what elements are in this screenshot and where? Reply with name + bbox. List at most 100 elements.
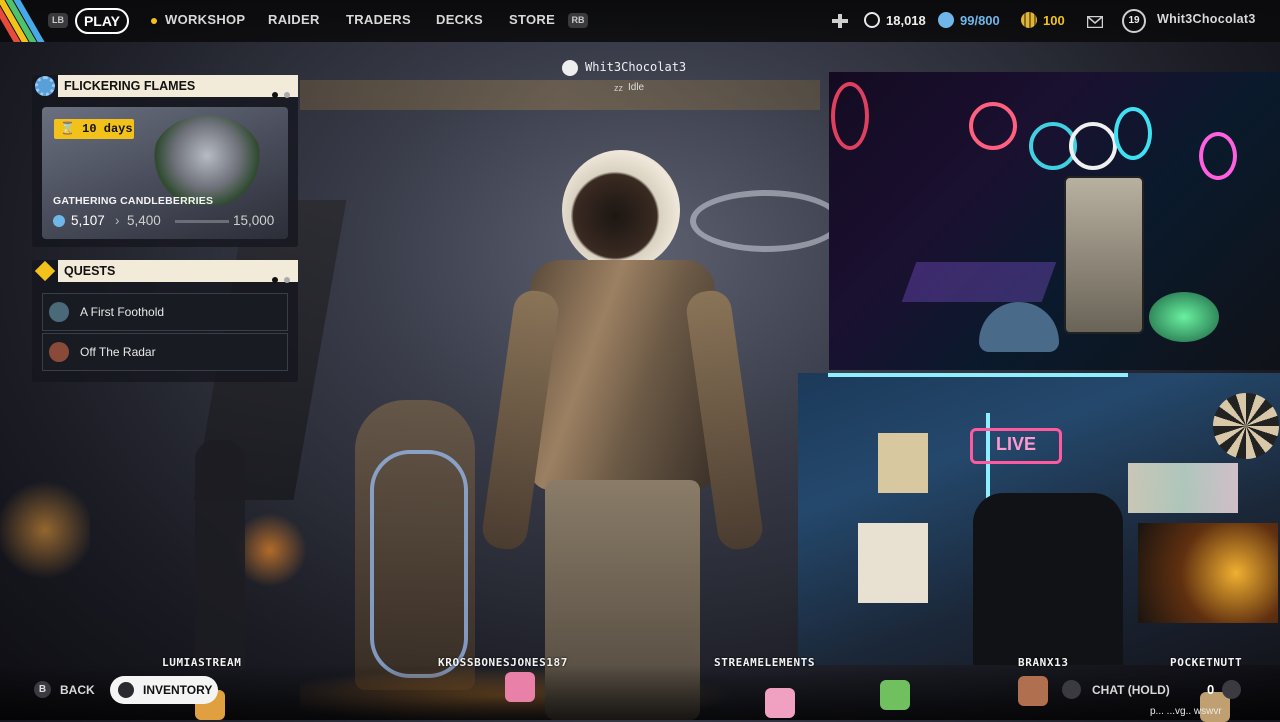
event-header[interactable]: FLICKERING FLAMES	[58, 75, 298, 98]
event-progress-row: 5,107 › 5,400 15,000	[53, 213, 283, 231]
viewer-name: KROSSBONESJONES187	[438, 656, 569, 669]
mail-icon[interactable]	[1086, 15, 1104, 33]
options-button-icon	[1222, 680, 1241, 699]
bg-figure	[195, 440, 245, 670]
event-gear-icon	[35, 76, 55, 96]
coins-stat: 18,018	[864, 12, 926, 28]
viewer-name: LUMIASTREAM	[162, 656, 242, 669]
decks-tab[interactable]: DECKS	[436, 12, 483, 27]
back-label: BACK	[60, 683, 95, 697]
menu-button-icon	[1062, 680, 1081, 699]
idle-icon: zz	[614, 83, 623, 93]
desk-pad	[901, 262, 1057, 302]
coin-icon	[864, 12, 880, 28]
pixel-avatar-sprite	[1018, 676, 1048, 706]
rgb-fan	[1199, 132, 1237, 180]
viewer-name: STREAMELEMENTS	[714, 656, 816, 669]
live-sign-text: LIVE	[995, 434, 1036, 454]
streamer-webcam: LIVE	[798, 373, 1280, 665]
quest-item-off-the-radar[interactable]: Off The Radar	[42, 333, 288, 371]
player-name: Whit3Chocolat3	[585, 60, 687, 74]
quest-avatar	[49, 342, 69, 362]
traders-tab[interactable]: TRADERS	[346, 12, 411, 27]
raider-tab[interactable]: RAIDER	[268, 12, 320, 27]
event-task-title: GATHERING CANDLEBERRIES	[53, 195, 214, 207]
chat-overlay-fragment: p... ...vg.. wswvr	[1150, 706, 1222, 717]
player-tag: Whit3Chocolat3 zz Idle	[562, 58, 702, 98]
play-tab[interactable]: PLAY	[75, 8, 129, 34]
pc-setup-webcam	[829, 72, 1280, 370]
days-remaining-badge: ⌛ 10 days	[54, 119, 134, 139]
profile-username[interactable]: Whit3Chocolat3	[1157, 12, 1256, 26]
progress-current: 5,107	[71, 213, 105, 228]
ticket-icon	[1021, 12, 1037, 28]
inventory-label: INVENTORY	[143, 683, 213, 697]
crown-icon	[562, 60, 578, 76]
quests-header[interactable]: QUESTS	[58, 260, 298, 283]
candleberry-tree-image	[152, 115, 262, 205]
coins-value: 18,018	[886, 12, 926, 28]
banner-strip	[300, 80, 820, 110]
plush-shelf	[1128, 463, 1238, 513]
lb-key-hint: LB	[48, 13, 68, 28]
chat-count: 0	[1207, 682, 1215, 697]
poster	[858, 523, 928, 603]
event-card[interactable]: ⌛ 10 days GATHERING CANDLEBERRIES 5,107 …	[42, 107, 288, 239]
storage-stat: 99/800	[938, 12, 1000, 28]
tickets-stat: 100	[1021, 12, 1065, 28]
page-dots	[266, 83, 290, 105]
quest-item-first-foothold[interactable]: A First Foothold	[42, 293, 288, 331]
astronaut-helmet	[562, 150, 680, 270]
brand-stripes	[0, 0, 46, 42]
storage-value: 99/800	[960, 12, 1000, 28]
hat-object	[979, 302, 1059, 352]
b-button-icon: B	[34, 681, 51, 698]
astronaut-character	[480, 150, 765, 720]
controller-icon[interactable]	[832, 14, 848, 28]
quests-title: QUESTS	[64, 264, 116, 278]
rgb-fan	[1069, 122, 1117, 170]
inventory-button-icon	[118, 682, 134, 698]
hourglass-icon: ⌛	[60, 122, 75, 136]
rgb-fan	[1114, 107, 1152, 160]
led-strip	[828, 373, 1128, 377]
storage-icon	[938, 12, 954, 28]
live-neon-sign: LIVE	[970, 428, 1062, 464]
chat-label: CHAT (HOLD)	[1092, 683, 1170, 697]
quest-avatar	[49, 302, 69, 322]
rgb-fan	[831, 82, 869, 150]
days-remaining: 10 days	[82, 122, 133, 136]
level-badge: 19	[1122, 9, 1146, 33]
rb-key-hint: RB	[568, 13, 588, 28]
viewer-name: POCKETNUTT	[1170, 656, 1243, 669]
astronaut-torso	[530, 260, 715, 490]
pixel-avatar-sprite	[765, 688, 795, 718]
top-nav-bar: LB PLAY WORKSHOP RAIDER TRADERS DECKS ST…	[0, 0, 1280, 42]
event-title: FLICKERING FLAMES	[64, 79, 196, 93]
tickets-value: 100	[1043, 12, 1065, 28]
quest-label: Off The Radar	[80, 345, 156, 359]
player-status: Idle	[628, 82, 645, 93]
store-tab[interactable]: STORE	[509, 12, 555, 27]
dartboard	[1213, 393, 1279, 459]
inventory-button[interactable]: INVENTORY	[110, 676, 218, 704]
workshop-tab[interactable]: WORKSHOP	[165, 12, 245, 27]
quest-label: A First Foothold	[80, 305, 165, 319]
progress-next: 5,400	[127, 213, 161, 228]
shelf-lights	[1138, 523, 1278, 623]
gaming-chair	[973, 493, 1123, 665]
progress-arrow: ›	[115, 213, 120, 228]
progress-track	[175, 220, 229, 223]
workshop-alert-dot	[151, 18, 157, 24]
neon-tube	[370, 450, 468, 678]
poster	[878, 433, 928, 493]
progress-max: 15,000	[233, 213, 275, 228]
candle-glow-left	[0, 470, 90, 590]
progress-gear-icon	[53, 215, 65, 227]
quests-page-dots	[266, 268, 290, 290]
viewer-name: BRANX13	[1018, 656, 1069, 669]
pixel-avatar-sprite	[505, 672, 535, 702]
rgb-fan	[969, 102, 1017, 150]
chat-control[interactable]: CHAT (HOLD) 0	[1062, 680, 1242, 700]
mouse-glow	[1149, 292, 1219, 342]
